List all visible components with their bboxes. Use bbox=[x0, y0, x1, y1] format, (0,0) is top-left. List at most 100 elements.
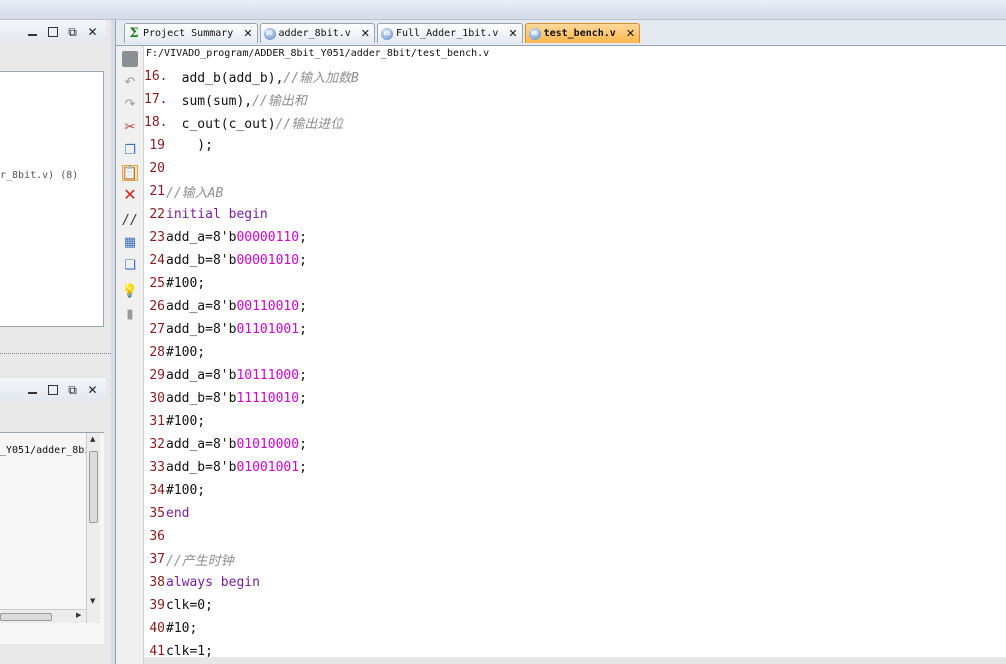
verilog-file-icon: VE bbox=[263, 27, 276, 40]
close-icon[interactable]: ✕ bbox=[87, 383, 98, 396]
close-icon[interactable]: ✕ bbox=[361, 27, 370, 40]
comment-icon[interactable]: // bbox=[122, 212, 138, 228]
line-number: 18. bbox=[144, 115, 168, 130]
code-line[interactable]: 30 add_b=8'b11110010; bbox=[144, 387, 1006, 410]
code-line[interactable]: 38 always begin bbox=[144, 571, 1006, 594]
code-line[interactable]: 34 #100; bbox=[144, 479, 1006, 502]
select-block-icon[interactable]: ▦ bbox=[122, 234, 138, 250]
code-line[interactable]: 32 add_a=8'b01010000; bbox=[144, 433, 1006, 456]
delete-icon[interactable]: ✕ bbox=[122, 187, 138, 203]
editor-tabs: Σ Project Summary ✕ VE adder_8bit.v ✕ VE… bbox=[124, 23, 642, 45]
code-text: add_b=8'b00001010; bbox=[166, 253, 307, 268]
code-line[interactable]: 29 add_a=8'b10111000; bbox=[144, 364, 1006, 387]
tab-test-bench[interactable]: VE test_bench.v ✕ bbox=[524, 23, 641, 43]
tab-label: Full_Adder_1bit.v bbox=[396, 28, 499, 39]
copy-icon[interactable]: ❐ bbox=[122, 142, 138, 158]
title-strip bbox=[0, 0, 1006, 20]
code-line[interactable]: 27 add_b=8'b01101001; bbox=[144, 318, 1006, 341]
undo-icon[interactable]: ↶ bbox=[122, 74, 138, 90]
scroll-down-icon[interactable]: ▼ bbox=[90, 597, 95, 605]
code-line[interactable]: 40 #10; bbox=[144, 617, 1006, 640]
code-text: add_a=8'b10111000; bbox=[166, 368, 307, 383]
left-panels: ⧉ ✕ r_8bit.v) (8) ⧉ ✕ _Y051/adder_8bi ▲ … bbox=[0, 20, 111, 664]
code-line[interactable]: 21//输入AB bbox=[144, 180, 1006, 203]
code-text: clk=0; bbox=[166, 598, 213, 613]
scroll-thumb[interactable] bbox=[89, 451, 98, 523]
code-line[interactable]: 39 clk=0; bbox=[144, 594, 1006, 617]
code-line[interactable]: 31 #100; bbox=[144, 410, 1006, 433]
line-number: 40 bbox=[149, 621, 165, 636]
code-line[interactable]: 28 #100; bbox=[144, 341, 1006, 364]
bottom-panel-content: _Y051/adder_8bi ▲ ▼ ▶ bbox=[0, 432, 104, 644]
code-line[interactable]: 35 end bbox=[144, 502, 1006, 525]
line-number: 23 bbox=[149, 230, 165, 245]
code-text: #100; bbox=[166, 345, 206, 360]
close-icon[interactable]: ✕ bbox=[626, 27, 635, 40]
horizontal-scrollbar[interactable]: ▶ bbox=[0, 609, 86, 623]
panel-splitter[interactable] bbox=[0, 353, 111, 354]
minimize-icon[interactable] bbox=[27, 383, 38, 396]
code-line[interactable]: 26 add_a=8'b00110010; bbox=[144, 295, 1006, 318]
code-line[interactable]: 37//产生时钟 bbox=[144, 548, 1006, 571]
editor-area: Σ Project Summary ✕ VE adder_8bit.v ✕ VE… bbox=[115, 20, 1006, 664]
horizontal-scrollbar[interactable] bbox=[144, 657, 1006, 664]
tree-item-text[interactable]: r_8bit.v) (8) bbox=[0, 170, 78, 181]
redo-icon[interactable]: ↷ bbox=[122, 96, 138, 112]
line-number: 32 bbox=[149, 437, 165, 452]
code-text: #100; bbox=[166, 414, 206, 429]
code-lines[interactable]: 16. add_b(add_b),//输入加数B 17. sum(sum),//输… bbox=[144, 65, 1006, 664]
tab-label: test_bench.v bbox=[543, 28, 616, 39]
verilog-file-icon: VE bbox=[528, 27, 541, 40]
trash-icon[interactable]: ▮ bbox=[122, 306, 138, 322]
line-number: 28 bbox=[149, 345, 165, 360]
code-text: add_a=8'b00110010; bbox=[166, 299, 307, 314]
insert-template-icon[interactable]: ❏ bbox=[122, 257, 138, 273]
tab-full-adder-1bit[interactable]: VE Full_Adder_1bit.v ✕ bbox=[377, 23, 523, 43]
code-line[interactable]: 36 bbox=[144, 525, 1006, 548]
cut-icon[interactable]: ✂ bbox=[122, 119, 138, 135]
tab-adder-8bit[interactable]: VE adder_8bit.v ✕ bbox=[259, 23, 375, 43]
code-text: end bbox=[166, 506, 190, 521]
minimize-icon[interactable] bbox=[27, 25, 38, 38]
line-number: 35 bbox=[149, 506, 165, 521]
tab-project-summary[interactable]: Σ Project Summary ✕ bbox=[124, 23, 258, 43]
code-line[interactable]: 19 ); bbox=[144, 134, 1006, 157]
code-line[interactable]: 25 #100; bbox=[144, 272, 1006, 295]
maximize-icon[interactable] bbox=[47, 25, 58, 38]
line-number: 20 bbox=[149, 161, 165, 176]
bulb-icon[interactable]: 💡 bbox=[122, 283, 138, 299]
file-path: F:/VIVADO_program/ADDER_8bit_Y051/adder_… bbox=[146, 48, 490, 59]
paste-icon[interactable]: 📋 bbox=[122, 165, 138, 181]
vertical-scrollbar[interactable]: ▲ ▼ bbox=[86, 433, 100, 623]
float-icon[interactable]: ⧉ bbox=[67, 25, 78, 38]
code-line[interactable]: 33 add_b=8'b01001001; bbox=[144, 456, 1006, 479]
editor-toolbar: ↶ ↷ ✂ ❐ 📋 ✕ // ▦ ❏ 💡 ▮ bbox=[116, 46, 144, 664]
code-line[interactable]: 20 bbox=[144, 157, 1006, 180]
code-line[interactable]: 24 add_b=8'b00001010; bbox=[144, 249, 1006, 272]
line-number: 36 bbox=[149, 529, 165, 544]
code-line[interactable]: 18. c_out(c_out)//输出进位 bbox=[144, 111, 1006, 134]
line-number: 33 bbox=[149, 460, 165, 475]
line-number: 27 bbox=[149, 322, 165, 337]
scroll-thumb[interactable] bbox=[0, 613, 52, 621]
code-line[interactable]: 22 initial begin bbox=[144, 203, 1006, 226]
float-icon[interactable]: ⧉ bbox=[67, 383, 78, 396]
code-editor: ↶ ↷ ✂ ❐ 📋 ✕ // ▦ ❏ 💡 ▮ F:/VIVADO_program… bbox=[116, 45, 1006, 664]
close-icon[interactable]: ✕ bbox=[508, 27, 517, 40]
close-icon[interactable]: ✕ bbox=[87, 25, 98, 38]
code-line[interactable]: 23 add_a=8'b00000110; bbox=[144, 226, 1006, 249]
code-text: add_b=8'b11110010; bbox=[166, 391, 307, 406]
close-icon[interactable]: ✕ bbox=[243, 27, 252, 40]
code-text: add_b=8'b01001001; bbox=[166, 460, 307, 475]
save-icon[interactable] bbox=[122, 51, 138, 67]
scroll-right-icon[interactable]: ▶ bbox=[76, 611, 81, 619]
maximize-icon[interactable] bbox=[47, 383, 58, 396]
sigma-icon: Σ bbox=[129, 26, 139, 41]
code-line[interactable]: 16. add_b(add_b),//输入加数B bbox=[144, 65, 1006, 88]
tab-label: adder_8bit.v bbox=[278, 28, 351, 39]
code-text: add_a=8'b00000110; bbox=[166, 230, 307, 245]
code-line[interactable]: 17. sum(sum),//输出和 bbox=[144, 88, 1006, 111]
line-number: 34 bbox=[149, 483, 165, 498]
scroll-up-icon[interactable]: ▲ bbox=[90, 435, 95, 443]
code-text: add_a=8'b01010000; bbox=[166, 437, 307, 452]
